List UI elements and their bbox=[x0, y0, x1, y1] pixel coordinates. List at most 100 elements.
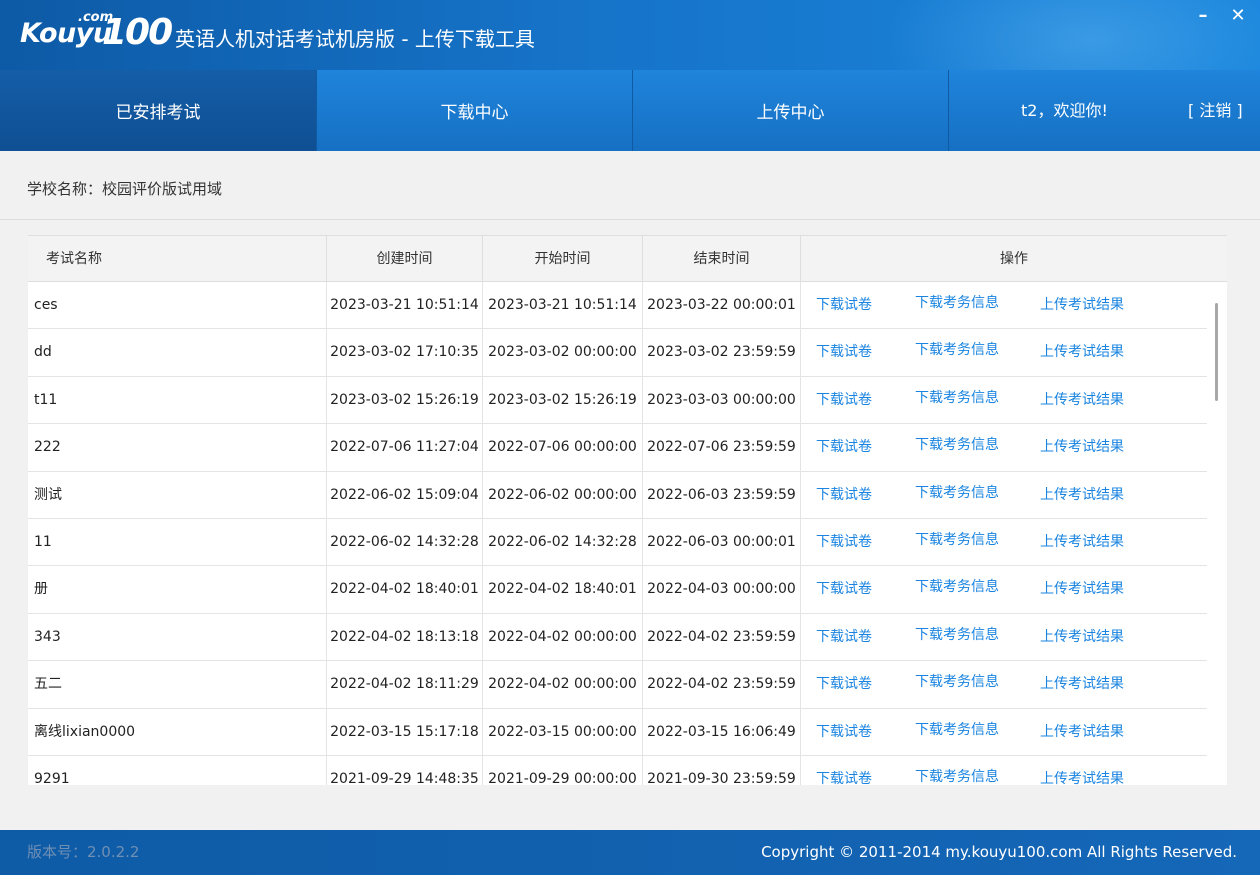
download-paper-link[interactable]: 下载试卷 bbox=[816, 709, 872, 756]
cell-end-time: 2022-06-03 00:00:01 bbox=[643, 519, 801, 566]
cell-start-time: 2022-07-06 00:00:00 bbox=[483, 424, 643, 472]
download-paper-link[interactable]: 下载试卷 bbox=[816, 472, 872, 519]
cell-created-time: 2023-03-21 10:51:14 bbox=[327, 282, 483, 329]
table-row: 离线lixian0000 2022-03-15 15:17:18 2022-03-1… bbox=[28, 707, 1207, 756]
upload-results-link[interactable]: 上传考试结果 bbox=[1040, 709, 1124, 756]
cell-end-time: 2022-03-15 16:06:49 bbox=[643, 708, 801, 756]
upload-results-link[interactable]: 上传考试结果 bbox=[1040, 377, 1124, 424]
tab-upload-center[interactable]: 上传中心 bbox=[633, 70, 948, 151]
minimize-button[interactable]: – bbox=[1192, 5, 1214, 27]
upload-results-link[interactable]: 上传考试结果 bbox=[1040, 566, 1124, 613]
upload-results-link[interactable]: 上传考试结果 bbox=[1040, 329, 1124, 376]
download-paper-link[interactable]: 下载试卷 bbox=[816, 519, 872, 566]
download-paper-link[interactable]: 下载试卷 bbox=[816, 282, 872, 329]
download-paper-link[interactable]: 下载试卷 bbox=[816, 661, 872, 708]
cell-start-time: 2022-04-02 00:00:00 bbox=[483, 661, 643, 709]
table-row: dd 2023-03-02 17:10:35 2023-03-02 00:00:00… bbox=[28, 327, 1207, 377]
cell-start-time: 2022-04-02 00:00:00 bbox=[483, 613, 643, 661]
download-exam-info-link[interactable]: 下载考务信息 bbox=[915, 327, 999, 374]
download-exam-info-link[interactable]: 下载考务信息 bbox=[915, 754, 999, 785]
download-paper-link[interactable]: 下载试卷 bbox=[816, 377, 872, 424]
column-header-actions: 操作 bbox=[1000, 251, 1028, 267]
upload-results-link[interactable]: 上传考试结果 bbox=[1040, 282, 1124, 329]
download-exam-info-link[interactable]: 下载考务信息 bbox=[915, 280, 999, 327]
table-row: 五二 2022-04-02 18:11:29 2022-04-02 00:00:00… bbox=[28, 659, 1207, 709]
app-title: 英语人机对话考试机房版 - 上传下载工具 bbox=[175, 27, 535, 51]
cell-created-time: 2023-03-02 17:10:35 bbox=[327, 329, 483, 377]
upload-results-link[interactable]: 上传考试结果 bbox=[1040, 472, 1124, 519]
cell-exam-name: 9291 bbox=[28, 756, 327, 785]
cell-start-time: 2022-06-02 00:00:00 bbox=[483, 471, 643, 519]
cell-created-time: 2022-04-02 18:13:18 bbox=[327, 613, 483, 661]
download-paper-link[interactable]: 下载试卷 bbox=[816, 566, 872, 613]
cell-exam-name: 离线lixian0000 bbox=[28, 708, 327, 756]
cell-start-time: 2023-03-02 15:26:19 bbox=[483, 376, 643, 424]
table-row: 11 2022-06-02 14:32:28 2022-06-02 14:32:28… bbox=[28, 517, 1207, 567]
logout-link[interactable]: [ 注销 ] bbox=[1188, 70, 1243, 151]
logo-number: 100 bbox=[102, 12, 173, 53]
tab-scheduled-exams[interactable]: 已安排考试 bbox=[0, 70, 316, 151]
download-exam-info-link[interactable]: 下载考务信息 bbox=[915, 517, 999, 564]
download-exam-info-link[interactable]: 下载考务信息 bbox=[915, 564, 999, 611]
table-row: 测试 2022-06-02 15:09:04 2022-06-02 00:00:00… bbox=[28, 470, 1207, 519]
cell-exam-name: 五二 bbox=[28, 661, 327, 709]
welcome-text: t2，欢迎你! bbox=[1021, 101, 1108, 120]
cell-start-time: 2022-06-02 14:32:28 bbox=[483, 519, 643, 566]
cell-end-time: 2023-03-22 00:00:01 bbox=[643, 282, 801, 329]
upload-results-link[interactable]: 上传考试结果 bbox=[1040, 519, 1124, 566]
cell-exam-name: 册 bbox=[28, 566, 327, 614]
tab-label: 下载中心 bbox=[440, 103, 509, 123]
scrollbar-thumb[interactable] bbox=[1215, 303, 1218, 401]
download-exam-info-link[interactable]: 下载考务信息 bbox=[915, 375, 999, 422]
cell-end-time: 2022-04-03 00:00:00 bbox=[643, 566, 801, 614]
tab-download-center[interactable]: 下载中心 bbox=[317, 70, 632, 151]
cell-end-time: 2023-03-02 23:59:59 bbox=[643, 329, 801, 377]
cell-created-time: 2021-09-29 14:48:35 bbox=[327, 756, 483, 785]
table-header: 考试名称 创建时间 开始时间 结束时间 操作 bbox=[28, 235, 1227, 282]
cell-created-time: 2022-06-02 14:32:28 bbox=[327, 519, 483, 566]
column-header-exam-name: 考试名称 bbox=[28, 236, 327, 282]
download-exam-info-link[interactable]: 下载考务信息 bbox=[915, 659, 999, 706]
copyright-text: Copyright © 2011-2014 my.kouyu100.com Al… bbox=[761, 843, 1237, 861]
upload-results-link[interactable]: 上传考试结果 bbox=[1040, 614, 1124, 661]
download-paper-link[interactable]: 下载试卷 bbox=[816, 329, 872, 376]
download-exam-info-link[interactable]: 下载考务信息 bbox=[915, 612, 999, 659]
cell-created-time: 2022-06-02 15:09:04 bbox=[327, 471, 483, 519]
cell-exam-name: 222 bbox=[28, 424, 327, 472]
cell-created-time: 2022-04-02 18:40:01 bbox=[327, 566, 483, 614]
download-paper-link[interactable]: 下载试卷 bbox=[816, 424, 872, 471]
footer: 版本号：2.0.2.2 Copyright © 2011-2014 my.kou… bbox=[0, 830, 1260, 875]
column-header-created: 创建时间 bbox=[327, 236, 483, 282]
column-header-end: 结束时间 bbox=[643, 236, 801, 282]
divider bbox=[0, 219, 1260, 220]
table-row: 9291 2021-09-29 14:48:35 2021-09-29 00:00:… bbox=[28, 756, 1207, 785]
cell-end-time: 2022-04-02 23:59:59 bbox=[643, 613, 801, 661]
cell-end-time: 2022-04-02 23:59:59 bbox=[643, 661, 801, 709]
download-paper-link[interactable]: 下载试卷 bbox=[816, 614, 872, 661]
table-scrollbar[interactable] bbox=[1213, 283, 1219, 783]
upload-results-link[interactable]: 上传考试结果 bbox=[1040, 424, 1124, 471]
cell-start-time: 2021-09-29 00:00:00 bbox=[483, 756, 643, 785]
column-header-start: 开始时间 bbox=[483, 236, 643, 282]
download-exam-info-link[interactable]: 下载考务信息 bbox=[915, 707, 999, 754]
cell-exam-name: ces bbox=[28, 282, 327, 329]
cell-exam-name: t11 bbox=[28, 376, 327, 424]
download-paper-link[interactable]: 下载试卷 bbox=[816, 756, 872, 785]
cell-start-time: 2022-03-15 00:00:00 bbox=[483, 708, 643, 756]
download-exam-info-link[interactable]: 下载考务信息 bbox=[915, 470, 999, 517]
download-exam-info-link[interactable]: 下载考务信息 bbox=[915, 422, 999, 469]
close-button[interactable]: ✕ bbox=[1227, 5, 1249, 27]
cell-created-time: 2022-03-15 15:17:18 bbox=[327, 708, 483, 756]
table-row: 222 2022-07-06 11:27:04 2022-07-06 00:00:0… bbox=[28, 422, 1207, 472]
upload-results-link[interactable]: 上传考试结果 bbox=[1040, 661, 1124, 708]
table-row: ces 2023-03-21 10:51:14 2023-03-21 10:51:1… bbox=[28, 280, 1207, 330]
cell-exam-name: dd bbox=[28, 329, 327, 377]
cell-start-time: 2023-03-02 00:00:00 bbox=[483, 329, 643, 377]
version-label: 版本号：2.0.2.2 bbox=[27, 843, 140, 861]
table-row: 343 2022-04-02 18:13:18 2022-04-02 00:00:0… bbox=[28, 612, 1207, 662]
cell-created-time: 2022-04-02 18:11:29 bbox=[327, 661, 483, 709]
cell-exam-name: 343 bbox=[28, 613, 327, 661]
cell-created-time: 2022-07-06 11:27:04 bbox=[327, 424, 483, 472]
upload-results-link[interactable]: 上传考试结果 bbox=[1040, 756, 1124, 785]
nav-bar: 已安排考试 下载中心 上传中心 t2，欢迎你! [ 注销 ] bbox=[0, 70, 1260, 151]
